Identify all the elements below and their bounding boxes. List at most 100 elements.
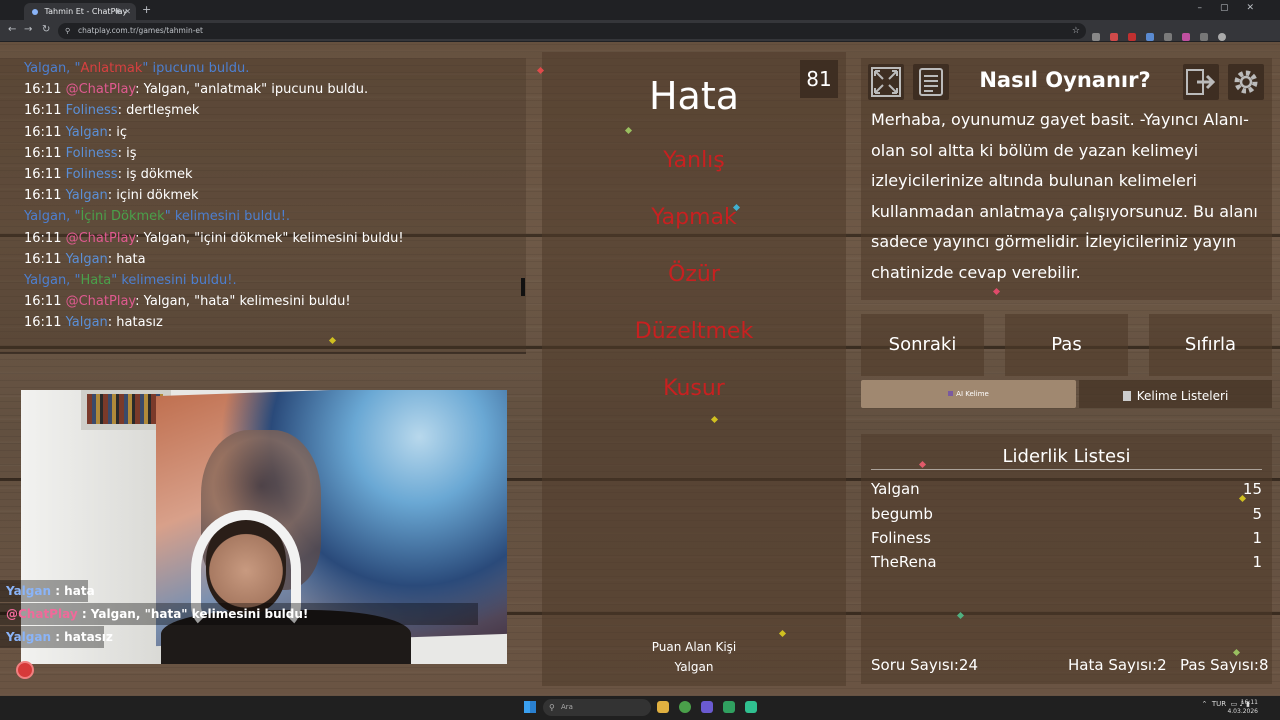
extension-icon[interactable] xyxy=(1200,33,1208,41)
forward-icon[interactable]: → xyxy=(24,24,32,35)
chat-username[interactable]: Foliness xyxy=(66,146,118,161)
main-word: Hata xyxy=(648,74,740,118)
chatplay-favicon-icon xyxy=(32,8,38,15)
chat-timestamp: 16:11 xyxy=(24,167,66,182)
document-icon xyxy=(1122,391,1131,401)
new-tab-icon[interactable]: + xyxy=(142,3,151,16)
chat-text: : dertleşmek xyxy=(117,103,200,119)
chat-text: : iç xyxy=(107,124,128,140)
question-count: Soru Sayısı:24 xyxy=(871,656,979,674)
url-field[interactable]: ⚲ chatplay.com.tr/games/tahmin-et ☆ xyxy=(58,23,1086,39)
app-icon[interactable] xyxy=(745,701,757,713)
player-score: 5 xyxy=(1252,505,1262,523)
exit-icon[interactable] xyxy=(1183,64,1219,100)
extension-icon[interactable] xyxy=(1110,33,1118,41)
reset-button[interactable]: Sıfırla xyxy=(1149,314,1272,376)
chat-system-text: Yalgan, " xyxy=(24,209,81,225)
chat-username[interactable]: Yalgan xyxy=(66,315,108,330)
forbidden-word: Düzeltmek xyxy=(634,319,754,344)
chat-text: : iş xyxy=(117,145,137,161)
ai-icon xyxy=(948,391,954,396)
chat-timestamp: 16:11 xyxy=(24,294,66,310)
howto-title: Nasıl Oynanır? xyxy=(979,68,1151,92)
taskbar-search-placeholder: Ara xyxy=(561,703,573,711)
url-text: chatplay.com.tr/games/tahmin-et xyxy=(78,26,203,35)
error-count: Hata Sayısı:2 xyxy=(1068,656,1167,674)
app-icon[interactable] xyxy=(723,701,735,713)
player-score: 1 xyxy=(1252,553,1262,571)
chat-username[interactable]: @ChatPlay xyxy=(66,294,136,309)
chat-message: 16:11 Yalgan: hata xyxy=(24,252,146,267)
pass-count: Pas Sayısı:8 xyxy=(1180,656,1269,674)
word-lists-button[interactable]: Kelime Listeleri xyxy=(1079,380,1272,408)
back-icon[interactable]: ← xyxy=(8,24,16,35)
leaderboard-row: TheRena 1 xyxy=(871,553,1262,575)
browser-tab[interactable]: Tahmin Et - ChatPlay ◉ ✕ xyxy=(24,3,136,20)
fullscreen-icon[interactable] xyxy=(868,64,904,100)
chrome-icon[interactable] xyxy=(679,701,691,713)
clock[interactable]: 16:11 4.03.2026 xyxy=(1227,698,1258,716)
extension-icon[interactable] xyxy=(1092,33,1100,41)
chat-scrollbar[interactable] xyxy=(521,278,525,296)
chat-timestamp: 16:11 xyxy=(24,82,66,98)
taskbar: ⚲ Ara ⌃ TUR ▭ ♪ ▮ 16:11 4.03.2026 xyxy=(0,696,1280,720)
clock-time: 16:11 xyxy=(1240,699,1258,706)
chevron-up-icon[interactable]: ⌃ xyxy=(1202,700,1208,708)
address-bar: ← → ↻ ⚲ chatplay.com.tr/games/tahmin-et … xyxy=(0,20,1280,42)
word-lists-label: Kelime Listeleri xyxy=(1136,389,1229,403)
chat-username[interactable]: @ChatPlay xyxy=(66,82,136,97)
reload-icon[interactable]: ↻ xyxy=(42,24,50,35)
ai-word-button[interactable]: AI Kelime xyxy=(861,380,1076,408)
notes-icon[interactable] xyxy=(913,64,949,100)
chat-username[interactable]: Foliness xyxy=(66,103,118,118)
site-info-icon[interactable]: ⚲ xyxy=(65,23,70,39)
chat-username[interactable]: Foliness xyxy=(66,167,118,182)
chat-system-text: Anlatmak xyxy=(80,61,143,76)
chat-timestamp: 16:11 xyxy=(24,230,66,246)
audio-icon[interactable]: ◉ xyxy=(115,3,121,20)
chat-system-text: " ipucunu buldu. xyxy=(142,61,250,76)
pass-button[interactable]: Pas xyxy=(1005,314,1128,376)
chat-message: 16:11 @ChatPlay: Yalgan, "içini dökmek" … xyxy=(24,231,404,246)
howto-text: Merhaba, oyunumuz gayet basit. -Yayıncı … xyxy=(871,110,1258,282)
search-icon: ⚲ xyxy=(549,703,555,712)
chat-username[interactable]: Yalgan xyxy=(66,252,108,267)
player-score: 1 xyxy=(1252,529,1262,547)
chat-username[interactable]: @ChatPlay xyxy=(66,231,136,246)
extension-icon[interactable] xyxy=(1146,33,1154,41)
webcam-books xyxy=(87,394,163,424)
chat-system-text: " kelimesini buldu!. xyxy=(111,273,237,288)
chat-text: : Yalgan, "hata" kelimesini buldu! xyxy=(135,294,351,310)
bookmark-star-icon[interactable]: ☆ xyxy=(1072,23,1080,39)
extension-icon[interactable] xyxy=(1128,33,1136,41)
windows-start-icon[interactable] xyxy=(524,701,536,713)
extension-icon[interactable] xyxy=(1164,33,1172,41)
chat-text: : Yalgan, "anlatmak" ipucunu buldu. xyxy=(135,82,369,98)
overlay-chat-line: Yalgan : hatasız xyxy=(0,626,113,648)
chat-timestamp: 16:11 xyxy=(24,124,66,140)
taskbar-search[interactable]: ⚲ Ara xyxy=(543,699,651,716)
lang-indicator[interactable]: TUR xyxy=(1212,700,1226,708)
overlay-username: @ChatPlay xyxy=(6,607,78,621)
chat-message: 16:11 Foliness: dertleşmek xyxy=(24,103,199,118)
chat-text: : Yalgan, "içini dökmek" kelimesini buld… xyxy=(135,230,404,246)
app-icon[interactable] xyxy=(701,701,713,713)
file-explorer-icon[interactable] xyxy=(657,701,669,713)
ai-word-label: AI Kelime xyxy=(956,390,989,398)
player-name: TheRena xyxy=(871,553,937,571)
settings-gear-icon[interactable] xyxy=(1228,64,1264,100)
chat-username[interactable]: Yalgan xyxy=(66,125,108,140)
profile-avatar[interactable] xyxy=(1218,33,1226,41)
overlay-username: Yalgan xyxy=(6,584,52,598)
overlay-chat-line: Yalgan : hata xyxy=(0,580,95,602)
chat-message: 16:11 Yalgan: içini dökmek xyxy=(24,188,199,203)
chat-message: 16:11 @ChatPlay: Yalgan, "anlatmak" ipuc… xyxy=(24,82,368,97)
chat-username[interactable]: Yalgan xyxy=(66,188,108,203)
overlay-text: : hatasız xyxy=(51,630,113,644)
chat-text: : içini dökmek xyxy=(107,188,199,204)
extension-icon[interactable] xyxy=(1182,33,1190,41)
chat-system-text: " kelimesini buldu!. xyxy=(164,209,291,225)
next-button[interactable]: Sonraki xyxy=(861,314,984,376)
tab-close-icon[interactable]: ✕ xyxy=(124,3,131,20)
window-controls[interactable]: –▢✕ xyxy=(1197,3,1272,13)
